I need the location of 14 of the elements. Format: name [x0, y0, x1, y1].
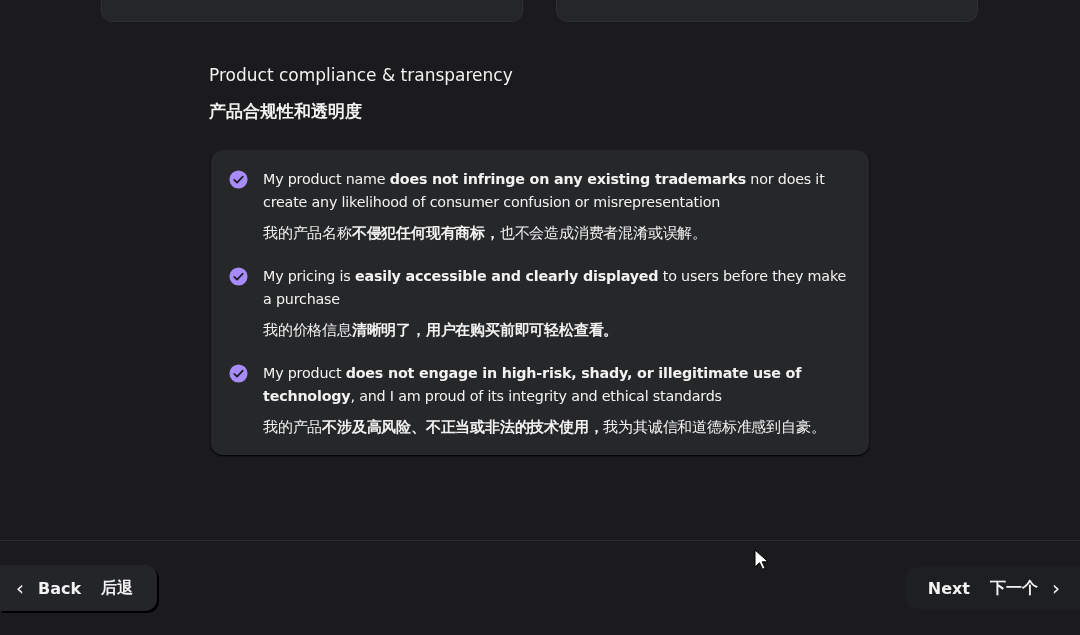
cursor-icon: [754, 549, 768, 571]
section-title: Product compliance & transparency: [209, 64, 513, 87]
checklist-text: 我的价格信息清晰明了，用户在购买前即可轻松查看。: [263, 320, 620, 341]
checklist-text: 我的产品名称不侵犯任何现有商标，也不会造成消费者混淆或误解。: [263, 223, 709, 244]
checkbox[interactable]: [229, 170, 248, 189]
checklist-text: My product does not engage in high-risk, shady, or illegitimate use of technology, and I am proud of its integrity and ethical standards: [263, 364, 803, 406]
section-title: 产品合规性和透明度: [209, 100, 362, 123]
checkbox[interactable]: [229, 267, 248, 286]
checklist-text: My product name does not infringe on any existing trademarks nor does it create any likelihood of consumer confusion or misrepresentation: [263, 170, 826, 212]
checklist-text: My pricing is easily accessible and clearly displayed to users before they make a purchase: [263, 267, 848, 309]
checklist-text: 我的产品不涉及高风险、不正当或非法的技术使用，我为其诚信和道德标准感到自豪。: [263, 417, 827, 438]
next-button[interactable]: Next 下一个 ›: [905, 567, 1080, 609]
back-button[interactable]: ‹ Back 后退: [0, 565, 158, 611]
checkbox[interactable]: [229, 364, 248, 383]
